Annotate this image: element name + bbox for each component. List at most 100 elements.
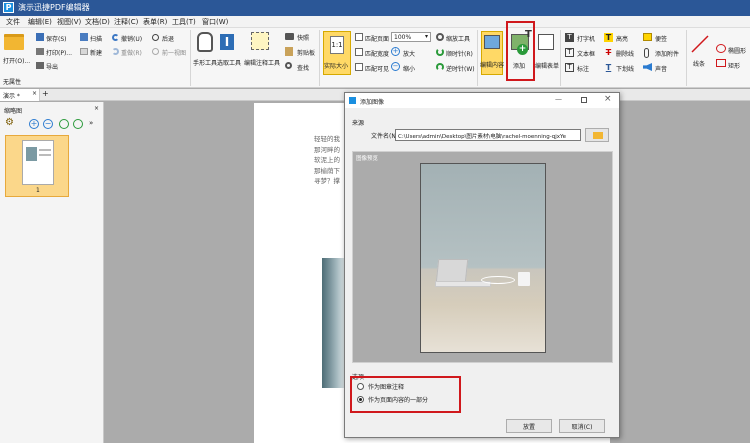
thumbnail-text-line: [39, 154, 51, 156]
paperclip-icon: [644, 48, 649, 58]
place-button[interactable]: 放置: [506, 419, 552, 433]
textbox-button[interactable]: 文本框: [577, 49, 595, 58]
zoom-in-icon[interactable]: +: [29, 119, 39, 129]
zoom-value: 100%: [394, 34, 412, 41]
zoom-out-icon[interactable]: −: [43, 119, 53, 129]
gear-icon[interactable]: ⚙: [5, 117, 14, 128]
rotate-icon[interactable]: [59, 119, 69, 129]
thumbnail-photo: [26, 147, 37, 161]
strikeout-icon: T: [605, 48, 612, 57]
print-button[interactable]: 打印(P)...: [46, 48, 72, 57]
edit-content-button[interactable]: 编辑内容: [480, 60, 504, 69]
menu-view[interactable]: 视图(V): [57, 17, 81, 27]
snapshot-button[interactable]: 快照: [297, 33, 309, 42]
edit-annot-tool-button[interactable]: 编辑注释工具: [244, 58, 280, 67]
menu-document[interactable]: 文档(D): [85, 17, 110, 27]
page-text-line: 寻梦？撑: [314, 177, 340, 185]
browse-button[interactable]: [585, 128, 609, 142]
zoom-in-button[interactable]: 放大: [403, 49, 415, 58]
edit-form-button[interactable]: 编辑表单: [535, 61, 559, 70]
underline-button[interactable]: 下划线: [616, 64, 634, 73]
actual-size-button[interactable]: 实际大小: [324, 61, 348, 70]
zoom-select[interactable]: 100% ▾: [391, 32, 431, 42]
rotate-icon[interactable]: [73, 119, 83, 129]
typewriter-button[interactable]: 打字机: [577, 34, 595, 43]
zoom-out-button[interactable]: 缩小: [403, 64, 415, 73]
double-chevron-icon[interactable]: »: [89, 119, 93, 127]
cable-image: [481, 276, 515, 284]
rect-icon: [716, 59, 726, 67]
strikeout-button[interactable]: 删除线: [616, 49, 634, 58]
clipboard-button[interactable]: 剪贴板: [297, 48, 315, 57]
undo-button[interactable]: 撤销(U): [121, 34, 142, 43]
folder-icon: [593, 132, 603, 139]
export-button[interactable]: 导出: [46, 62, 58, 71]
back-button[interactable]: 后退: [162, 34, 174, 43]
note-button[interactable]: 便签: [655, 34, 667, 43]
rotate-cw-icon: [436, 63, 444, 71]
thumbnail-panel-title: 缩略图: [4, 108, 23, 115]
sound-button[interactable]: 声音: [655, 64, 667, 73]
menu-comment[interactable]: 注释(C): [114, 17, 138, 27]
cancel-button[interactable]: 取消(C): [559, 419, 605, 433]
highlight-button[interactable]: 高亮: [616, 34, 628, 43]
text-select-icon[interactable]: I: [220, 34, 234, 50]
ellipse-button[interactable]: 椭圆形: [728, 46, 746, 55]
thumbnail-text-line: [39, 149, 51, 151]
rect-button[interactable]: 矩形: [728, 61, 740, 70]
page-icon: 1:1: [330, 36, 344, 54]
minimize-icon[interactable]: —: [555, 95, 562, 103]
typewriter-icon: T: [565, 33, 574, 42]
close-icon[interactable]: ×: [32, 90, 37, 97]
underline-icon: T: [605, 63, 612, 72]
menu-window[interactable]: 窗口(W): [202, 17, 228, 27]
undo-icon: [112, 34, 119, 41]
export-icon: [36, 62, 44, 69]
maximize-icon[interactable]: [581, 97, 587, 103]
edit-form-icon[interactable]: [538, 34, 554, 50]
rotate-ccw-button[interactable]: 顺时针(R): [446, 49, 473, 58]
menu-tools[interactable]: 工具(T): [172, 17, 196, 27]
redo-button[interactable]: 重做(R): [121, 48, 142, 57]
zoom-tool-button[interactable]: 缩放工具: [446, 34, 470, 43]
print-icon: [36, 48, 44, 55]
folder-icon[interactable]: [4, 34, 24, 50]
line-icon[interactable]: [690, 34, 710, 54]
save-button[interactable]: 保存(S): [46, 34, 67, 43]
clipboard-icon: [285, 47, 293, 56]
page-thumbnail[interactable]: 1: [5, 135, 69, 197]
callout-button[interactable]: 标注: [577, 64, 589, 73]
menu-file[interactable]: 文件: [6, 17, 20, 27]
close-icon[interactable]: ×: [94, 105, 99, 112]
hand-icon[interactable]: [197, 32, 213, 52]
prev-view-icon: [152, 48, 159, 55]
dialog-title: 添加图像: [360, 99, 385, 106]
no-properties-label: 无属性: [3, 79, 22, 86]
new-button[interactable]: 新建: [90, 48, 102, 57]
scan-button[interactable]: 扫描: [90, 34, 102, 43]
edit-annot-icon[interactable]: [251, 32, 269, 50]
add-tab-button[interactable]: +: [42, 90, 50, 99]
menu-form[interactable]: 表单(R): [143, 17, 167, 27]
menu-edit[interactable]: 编辑(E): [28, 17, 52, 27]
prev-view-button[interactable]: 前一视图: [162, 48, 186, 57]
fit-page-button[interactable]: 匹配页面: [365, 34, 389, 43]
document-tab[interactable]: 演示 * ×: [0, 89, 40, 101]
page-text-block: 轻轻的我 那河畔的 软泥上的 那榆荫下 寻梦？撑: [314, 134, 340, 187]
find-button[interactable]: 查找: [297, 63, 309, 72]
select-tool-button[interactable]: 选取工具: [217, 58, 241, 67]
ribbon-toolbar: 打开(O)... 无属性 保存(S) 打印(P)... 导出 扫描 新建 撤销(…: [0, 21, 750, 88]
open-button-label[interactable]: 打开(O)...: [3, 56, 30, 65]
close-icon[interactable]: ×: [604, 94, 612, 104]
app-logo-icon: P: [3, 2, 14, 13]
hand-tool-button[interactable]: 手形工具: [193, 58, 217, 67]
dialog-app-icon: [349, 97, 356, 104]
camera-icon: [285, 33, 294, 40]
rotate-cw-button[interactable]: 逆时针(W): [446, 64, 475, 73]
fit-visible-button[interactable]: 匹配可见: [365, 64, 389, 73]
ellipse-icon: [716, 44, 726, 53]
line-button[interactable]: 线条: [693, 59, 705, 68]
file-path-field[interactable]: C:\Users\admin\Desktop\图片素材\电脑\rachel-mo…: [395, 129, 581, 141]
attach-file-button[interactable]: 添加附件: [655, 49, 679, 58]
fit-width-button[interactable]: 匹配宽度: [365, 49, 389, 58]
